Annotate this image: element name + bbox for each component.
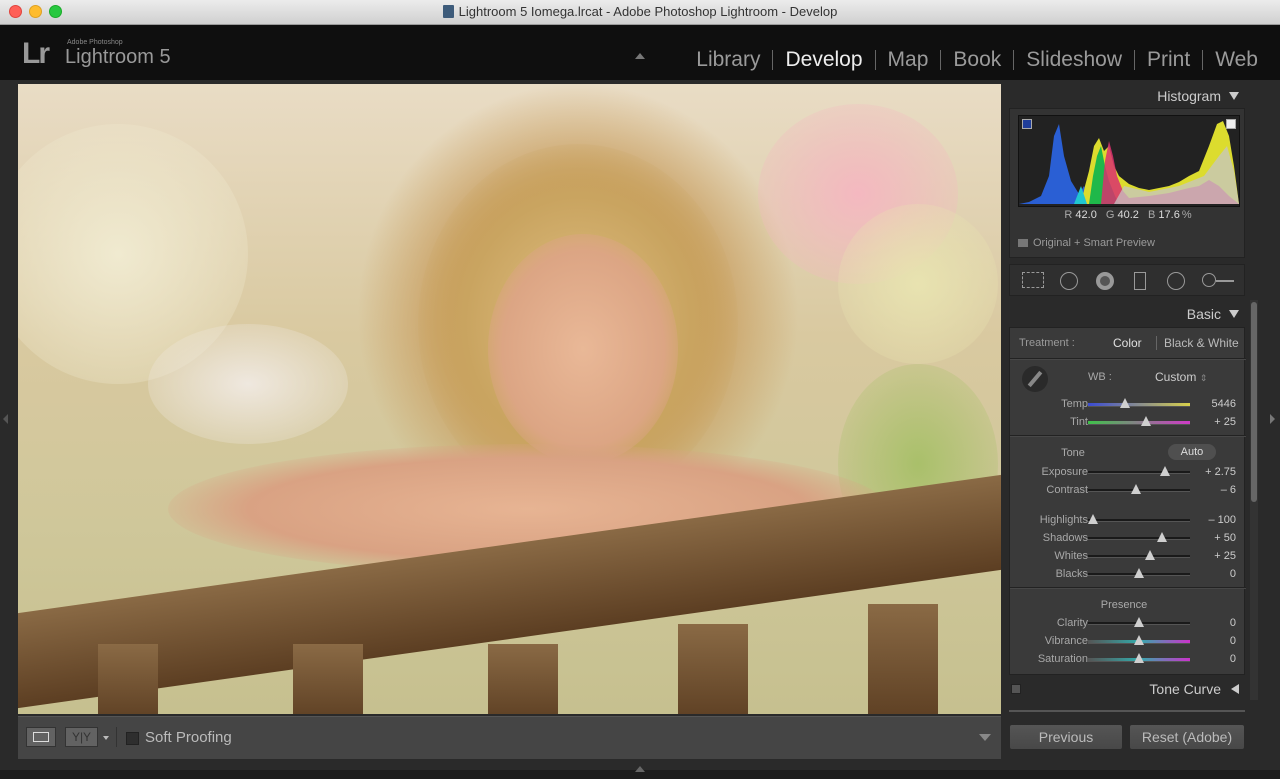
red-eye-icon[interactable] xyxy=(1096,272,1114,290)
filmstrip-toggle-icon[interactable] xyxy=(635,766,645,772)
module-picker: Library Develop Map Book Slideshow Print… xyxy=(684,48,1270,72)
module-slideshow[interactable]: Slideshow xyxy=(1014,48,1134,72)
right-panel: Histogram R 42.0 G 40.2 B 17.6% Original… xyxy=(1007,84,1247,758)
presence-label: Presence xyxy=(1100,599,1148,611)
wb-label: WB : xyxy=(1088,371,1112,383)
left-panel-toggle-icon[interactable] xyxy=(3,414,8,424)
module-web[interactable]: Web xyxy=(1203,48,1270,72)
preview-status: Original + Smart Preview xyxy=(1033,237,1155,249)
tone-curve-panel-header[interactable]: Tone Curve xyxy=(1007,677,1247,701)
loupe-view-button[interactable] xyxy=(26,727,56,747)
stepper-icon: ⇕ xyxy=(1199,373,1208,383)
lightroom-logo: Lr xyxy=(22,37,50,70)
collapse-icon xyxy=(1229,310,1239,318)
spot-removal-icon[interactable] xyxy=(1060,272,1078,290)
module-develop[interactable]: Develop xyxy=(773,48,874,72)
treatment-label: Treatment : xyxy=(1019,337,1075,349)
crop-icon[interactable] xyxy=(1022,272,1044,288)
top-panel-toggle-icon[interactable] xyxy=(635,53,645,59)
module-book[interactable]: Book xyxy=(941,48,1013,72)
window-titlebar: Lightroom 5 Iomega.lrcat - Adobe Photosh… xyxy=(0,0,1280,25)
panel-switch-icon[interactable] xyxy=(1011,684,1021,694)
develop-toolbar: Y|Y Soft Proofing xyxy=(18,716,1001,759)
module-print[interactable]: Print xyxy=(1135,48,1202,72)
smart-preview-icon xyxy=(1018,239,1028,247)
treatment-color[interactable]: Color xyxy=(1113,336,1142,350)
histogram-chart xyxy=(1019,121,1239,204)
slider-whites[interactable]: Whites + 25 xyxy=(1010,547,1246,565)
slider-exposure[interactable]: Exposure + 2.75 xyxy=(1010,463,1246,481)
treatment-bw[interactable]: Black & White xyxy=(1164,336,1239,350)
wb-select[interactable]: Custom ⇕ xyxy=(1155,370,1207,384)
histogram-graph[interactable] xyxy=(1018,115,1240,207)
view-dropdown-icon[interactable] xyxy=(103,736,109,740)
tool-strip xyxy=(1009,264,1245,296)
soft-proofing-label: Soft Proofing xyxy=(145,729,232,746)
basic-panel-header[interactable]: Basic xyxy=(1007,302,1247,326)
soft-proofing-checkbox[interactable] xyxy=(126,732,139,745)
panel-bottom-buttons: Previous Reset (Adobe) xyxy=(1007,718,1247,758)
wb-eyedropper-icon[interactable] xyxy=(1022,366,1048,392)
adjustment-brush-icon[interactable] xyxy=(1202,273,1216,287)
before-after-view-button[interactable]: Y|Y xyxy=(65,727,98,747)
slider-highlights[interactable]: Highlights – 100 xyxy=(1010,511,1246,529)
brand-name: Lightroom 5 xyxy=(65,46,171,68)
slider-tint[interactable]: Tint + 25 xyxy=(1010,413,1246,431)
histogram-panel-header[interactable]: Histogram xyxy=(1007,84,1247,108)
histogram-readout: R 42.0 G 40.2 B 17.6% xyxy=(1064,209,1192,221)
radial-filter-icon[interactable] xyxy=(1167,272,1185,290)
document-icon xyxy=(442,5,454,18)
histogram-panel: R 42.0 G 40.2 B 17.6% Original + Smart P… xyxy=(1009,108,1245,258)
expand-icon xyxy=(1231,684,1239,694)
brand-small-text: Adobe Photoshop xyxy=(67,39,123,46)
module-map[interactable]: Map xyxy=(876,48,941,72)
right-panel-toggle-icon[interactable] xyxy=(1270,414,1275,424)
highlight-clipping-indicator[interactable] xyxy=(1226,119,1236,129)
slider-vibrance[interactable]: Vibrance 0 xyxy=(1010,632,1246,650)
identity-plate-bar: Lr Adobe Photoshop Lightroom 5 Library D… xyxy=(0,25,1280,80)
previous-button[interactable]: Previous xyxy=(1009,724,1123,750)
module-library[interactable]: Library xyxy=(684,48,772,72)
slider-blacks[interactable]: Blacks 0 xyxy=(1010,565,1246,583)
toolbar-options-dropdown-icon[interactable] xyxy=(979,734,991,741)
graduated-filter-icon[interactable] xyxy=(1134,272,1146,290)
reset-button[interactable]: Reset (Adobe) xyxy=(1129,724,1245,750)
slider-temp[interactable]: Temp 5446 xyxy=(1010,395,1246,413)
photo-preview[interactable] xyxy=(18,84,1001,714)
scrollbar-thumb[interactable] xyxy=(1251,302,1257,502)
slider-shadows[interactable]: Shadows + 50 xyxy=(1010,529,1246,547)
window-title: Lightroom 5 Iomega.lrcat - Adobe Photosh… xyxy=(0,4,1280,19)
tone-label: Tone xyxy=(1061,447,1085,459)
slider-contrast[interactable]: Contrast – 6 xyxy=(1010,481,1246,499)
collapse-icon xyxy=(1229,92,1239,100)
basic-panel: Treatment : Color Black & White WB : Cus… xyxy=(1009,327,1246,675)
tone-auto-button[interactable]: Auto xyxy=(1168,444,1216,460)
shadow-clipping-indicator[interactable] xyxy=(1022,119,1032,129)
slider-saturation[interactable]: Saturation 0 xyxy=(1010,650,1246,668)
slider-clarity[interactable]: Clarity 0 xyxy=(1010,614,1246,632)
